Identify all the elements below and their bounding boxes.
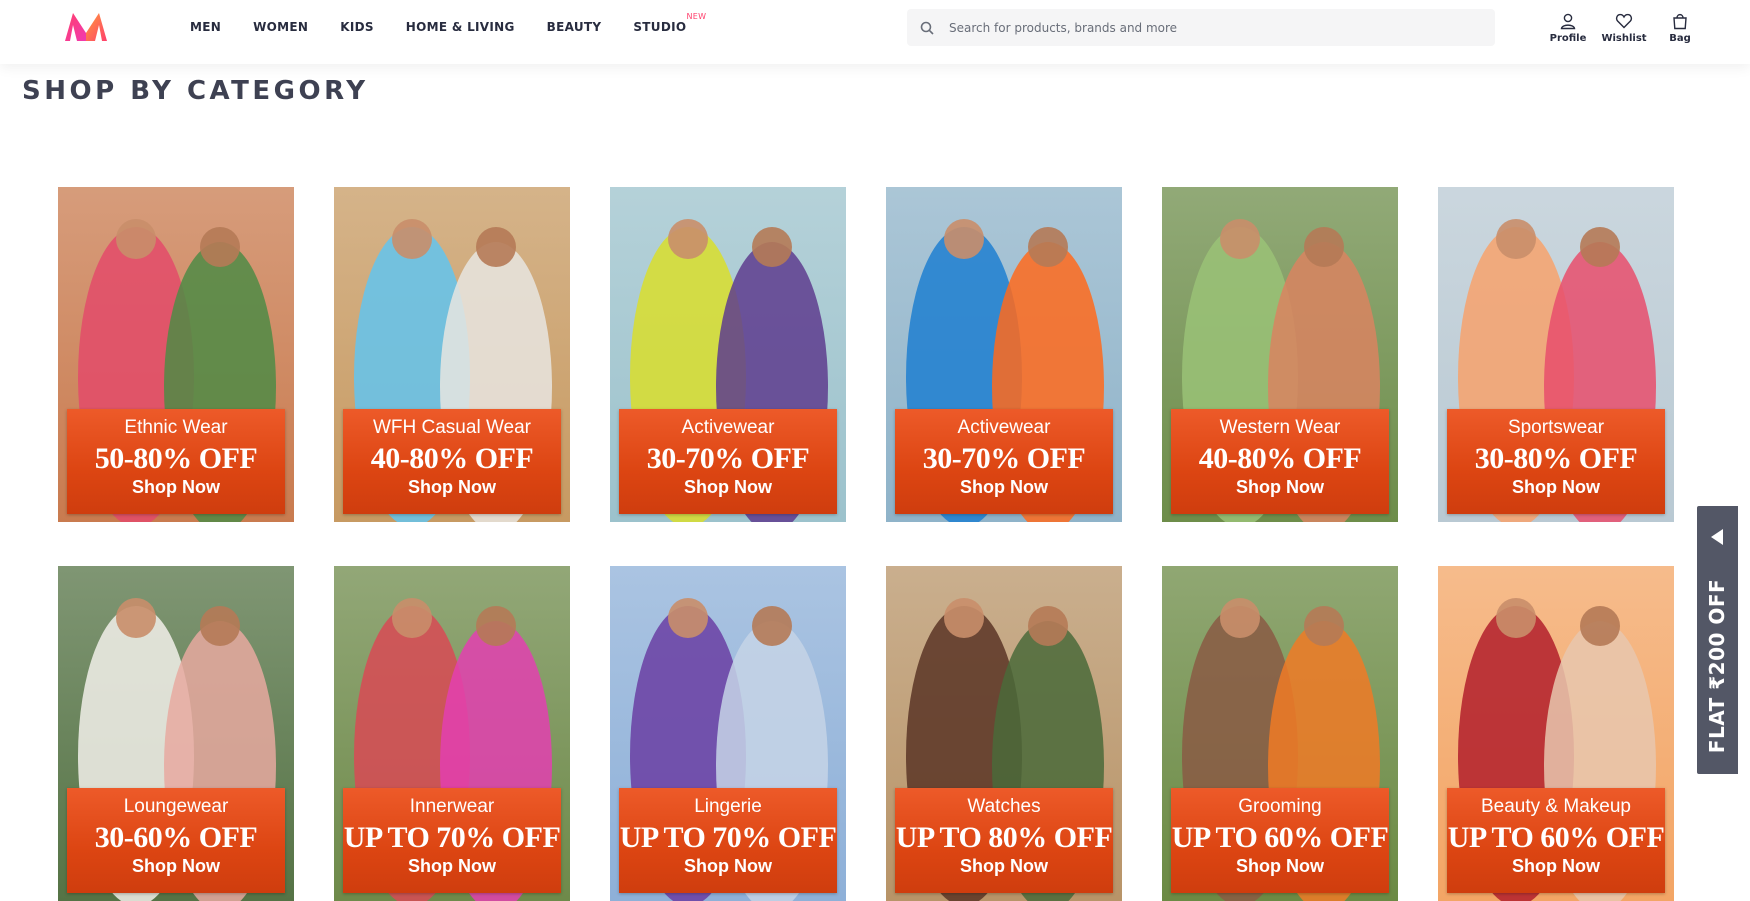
discount-text: 30-70% OFF <box>646 442 810 475</box>
category-card[interactable]: Lingerie UP TO 70% OFF Shop Now <box>610 566 846 901</box>
category-card[interactable]: Activewear 30-70% OFF Shop Now <box>886 187 1122 522</box>
coupon-side-tab[interactable]: FLAT ₹200 OFF <box>1697 506 1738 774</box>
profile-label: Profile <box>1549 33 1587 44</box>
category-name: Watches <box>967 796 1041 817</box>
heart-icon <box>1615 13 1633 29</box>
offer-badge: Ethnic Wear 50-80% OFF Shop Now <box>67 409 285 514</box>
wishlist-label: Wishlist <box>1601 33 1647 44</box>
category-card[interactable]: Western Wear 40-80% OFF Shop Now <box>1162 187 1398 522</box>
category-name: Sportswear <box>1507 417 1605 438</box>
top-header: MEN WOMEN KIDS HOME & LIVING BEAUTY STUD… <box>0 0 1750 64</box>
offer-badge: Activewear 30-70% OFF Shop Now <box>619 409 837 514</box>
offer-badge: Activewear 30-70% OFF Shop Now <box>895 409 1113 514</box>
category-name: Activewear <box>957 417 1051 438</box>
category-card[interactable]: Beauty & Makeup UP TO 60% OFF Shop Now <box>1438 566 1674 901</box>
category-name: Grooming <box>1238 796 1322 817</box>
new-badge: NEW <box>686 12 707 21</box>
category-card[interactable]: Loungewear 30-60% OFF Shop Now <box>58 566 294 901</box>
shop-now-link[interactable]: Shop Now <box>343 856 561 877</box>
shop-now-link[interactable]: Shop Now <box>67 856 285 877</box>
nav-women[interactable]: WOMEN <box>253 20 308 34</box>
user-icon <box>1560 13 1576 30</box>
offer-badge: WFH Casual Wear 40-80% OFF Shop Now <box>343 409 561 514</box>
category-name: WFH Casual Wear <box>372 417 531 438</box>
category-card[interactable]: Grooming UP TO 60% OFF Shop Now <box>1162 566 1398 901</box>
category-name: Ethnic Wear <box>124 417 228 438</box>
category-grid: Ethnic Wear 50-80% OFF Shop Now WFH Casual … <box>58 187 1674 901</box>
discount-text: 30-60% OFF <box>94 821 258 854</box>
shop-now-link[interactable]: Shop Now <box>1171 477 1389 498</box>
nav-home-living[interactable]: HOME & LIVING <box>406 20 515 34</box>
discount-text: 30-80% OFF <box>1474 442 1638 475</box>
shop-now-link[interactable]: Shop Now <box>619 856 837 877</box>
search-icon[interactable] <box>907 21 947 35</box>
discount-text: 50-80% OFF <box>94 442 258 475</box>
discount-text: UP TO 60% OFF <box>1171 821 1389 854</box>
shop-now-link[interactable]: Shop Now <box>67 477 285 498</box>
shop-now-link[interactable]: Shop Now <box>895 856 1113 877</box>
category-card[interactable]: Sportswear 30-80% OFF Shop Now <box>1438 187 1674 522</box>
bag-button[interactable]: Bag <box>1652 12 1708 44</box>
offer-badge: Western Wear 40-80% OFF Shop Now <box>1171 409 1389 514</box>
category-name: Innerwear <box>409 796 495 817</box>
category-name: Western Wear <box>1219 417 1341 438</box>
nav-kids[interactable]: KIDS <box>340 20 374 34</box>
category-name: Lingerie <box>694 796 762 817</box>
search-bar <box>907 8 1495 47</box>
category-card[interactable]: WFH Casual Wear 40-80% OFF Shop Now <box>334 187 570 522</box>
search-input[interactable] <box>947 8 1471 47</box>
category-name: Loungewear <box>123 796 229 817</box>
category-card[interactable]: Ethnic Wear 50-80% OFF Shop Now <box>58 187 294 522</box>
offer-badge: Lingerie UP TO 70% OFF Shop Now <box>619 788 837 893</box>
discount-text: UP TO 60% OFF <box>1447 821 1665 854</box>
shop-now-link[interactable]: Shop Now <box>1447 856 1665 877</box>
header-actions: Profile Wishlist Bag <box>1540 12 1708 44</box>
section-title: SHOP BY CATEGORY <box>22 76 369 106</box>
main-nav: MEN WOMEN KIDS HOME & LIVING BEAUTY STUD… <box>190 0 718 54</box>
offer-badge: Innerwear UP TO 70% OFF Shop Now <box>343 788 561 893</box>
profile-button[interactable]: Profile <box>1540 12 1596 44</box>
offer-badge: Watches UP TO 80% OFF Shop Now <box>895 788 1113 893</box>
myntra-logo[interactable] <box>63 11 109 43</box>
category-name: Activewear <box>681 417 775 438</box>
offer-badge: Sportswear 30-80% OFF Shop Now <box>1447 409 1665 514</box>
nav-studio[interactable]: STUDIO NEW <box>633 12 706 34</box>
offer-badge: Beauty & Makeup UP TO 60% OFF Shop Now <box>1447 788 1665 893</box>
nav-men[interactable]: MEN <box>190 20 221 34</box>
offer-badge: Grooming UP TO 60% OFF Shop Now <box>1171 788 1389 893</box>
shop-now-link[interactable]: Shop Now <box>619 477 837 498</box>
bag-icon <box>1673 13 1687 30</box>
nav-beauty[interactable]: BEAUTY <box>547 20 602 34</box>
shop-now-link[interactable]: Shop Now <box>895 477 1113 498</box>
discount-text: UP TO 80% OFF <box>895 821 1113 854</box>
category-name: Beauty & Makeup <box>1481 796 1631 817</box>
shop-now-link[interactable]: Shop Now <box>1171 856 1389 877</box>
discount-text: 40-80% OFF <box>1198 442 1362 475</box>
category-card[interactable]: Activewear 30-70% OFF Shop Now <box>610 187 846 522</box>
discount-text: 40-80% OFF <box>370 442 534 475</box>
discount-text: 30-70% OFF <box>922 442 1086 475</box>
category-card[interactable]: Watches UP TO 80% OFF Shop Now <box>886 566 1122 901</box>
category-card[interactable]: Innerwear UP TO 70% OFF Shop Now <box>334 566 570 901</box>
shop-now-link[interactable]: Shop Now <box>1447 477 1665 498</box>
discount-text: UP TO 70% OFF <box>343 821 561 854</box>
coupon-label: FLAT ₹200 OFF <box>1705 578 1729 754</box>
discount-text: UP TO 70% OFF <box>619 821 837 854</box>
shop-now-link[interactable]: Shop Now <box>343 477 561 498</box>
wishlist-button[interactable]: Wishlist <box>1596 12 1652 44</box>
bag-label: Bag <box>1669 33 1691 44</box>
offer-badge: Loungewear 30-60% OFF Shop Now <box>67 788 285 893</box>
caret-left-icon <box>1711 529 1723 545</box>
